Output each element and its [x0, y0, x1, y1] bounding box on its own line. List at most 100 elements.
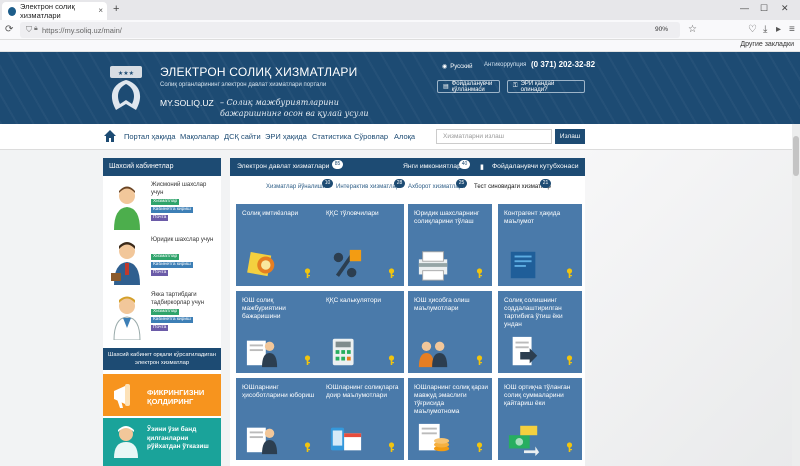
- maximize-icon[interactable]: ☐: [760, 3, 768, 14]
- cabinet-link[interactable]: Кабинетга кириш: [151, 207, 193, 213]
- tab-library[interactable]: Фойдаланувчи кутубхонаси: [492, 163, 579, 170]
- tab-title: Электрон солиқ хизматлари: [20, 2, 75, 20]
- manual-button[interactable]: ▤ Фойдаланувчи қўлланмаси: [437, 80, 500, 93]
- new-tab-icon[interactable]: +: [113, 3, 119, 15]
- tab-new-features[interactable]: Янги имкониятлар: [403, 163, 461, 170]
- book-icon: ▤: [443, 84, 449, 90]
- minimize-icon[interactable]: —: [740, 3, 749, 13]
- site-domain: MY.SOLIQ.UZ: [160, 98, 214, 108]
- favicon-icon: [8, 6, 17, 16]
- subtab-count-badge: 25: [456, 179, 467, 188]
- nav-item-statistics[interactable]: Статистика: [312, 132, 351, 141]
- person-label: Юридик шахслар учун: [151, 237, 214, 243]
- download-icon[interactable]: ⤓: [763, 24, 767, 35]
- service-tile-title: ЮШларнинг солиқларга доир маълумотлари: [326, 384, 399, 399]
- subtab-interactive[interactable]: Интерактив хизматлар: [336, 184, 399, 190]
- scroll-thumb[interactable]: [793, 136, 799, 176]
- service-tile[interactable]: ЮШ солиқ мажбуриятини бажаришини: [236, 291, 320, 373]
- tab-close-icon[interactable]: ×: [98, 6, 103, 15]
- other-bookmarks[interactable]: Другие закладки: [740, 41, 794, 48]
- key-icon: [566, 355, 573, 365]
- megaphone-icon: [114, 384, 130, 408]
- search-input[interactable]: Хизматларни излаш: [436, 129, 552, 144]
- browser-tabbar: Электрон солиқ хизматлари × + — ☐ ✕: [0, 0, 800, 20]
- subtab-directions[interactable]: Хизматлар йўналиши: [266, 184, 326, 190]
- nav-item-eri[interactable]: ЭРИ ҳақида: [265, 132, 307, 141]
- key-icon: [304, 355, 311, 365]
- site-slogan: – Солиқ мажбуриятларини бажаришнинг осон…: [220, 98, 369, 118]
- globe-icon: ◉: [442, 64, 448, 70]
- service-tile[interactable]: ЮШ ортиқча тўланган солиқ суммаларини қа…: [498, 378, 582, 460]
- pocket-icon[interactable]: ♡: [748, 24, 757, 35]
- key-icon: [566, 442, 573, 452]
- service-tile[interactable]: Контрагент ҳақида маълумот: [498, 204, 582, 286]
- feedback-banner[interactable]: ФИКРИНГИЗНИ ҚОЛДИРИНГ: [103, 374, 221, 416]
- sidebar-item-legal[interactable]: Юридик шахслар учун Хизматлар Кабинетга …: [103, 235, 221, 290]
- document-arrow-icon: [512, 336, 538, 366]
- service-tile-title: ҚҚС калькулятори: [326, 297, 381, 304]
- mail-link[interactable]: Почта: [151, 325, 169, 331]
- bookmarks-bar: Другие закладки: [0, 40, 800, 52]
- cabinet-link[interactable]: Кабинетга кириш: [151, 317, 193, 323]
- person-entrepreneur-icon: [113, 296, 141, 340]
- person-document-icon: [246, 340, 278, 368]
- main-tabs: Электрон давлат хизматлари 85 Янги имкон…: [230, 158, 585, 176]
- service-tile-title: Солиқ имтиёзлари: [242, 210, 299, 217]
- services-link[interactable]: Хизматлар: [151, 199, 180, 205]
- nav-item-articles[interactable]: Мақолалар: [180, 132, 219, 141]
- service-tile-title: ЮШ ортиқча тўланган солиқ суммаларини қа…: [504, 384, 571, 407]
- service-tile-title: ЮШларнинг ҳисоботларини юбориш: [242, 384, 315, 399]
- language-label: Русский: [450, 63, 473, 70]
- language-switch[interactable]: ◉ Русский: [437, 60, 478, 73]
- browser-tab[interactable]: Электрон солиқ хизматлари ×: [2, 2, 107, 20]
- mail-link[interactable]: Почта: [151, 270, 169, 276]
- mail-link[interactable]: Почта: [151, 215, 169, 221]
- service-tile[interactable]: ЮШларнинг ҳисоботларини юбориш: [236, 378, 320, 460]
- tab-e-services[interactable]: Электрон давлат хизматлари: [237, 163, 329, 170]
- service-tile[interactable]: Юридик шахсларнинг солиқларини тўлаш: [408, 204, 492, 286]
- sidebar-item-entrepreneurs[interactable]: Якка тартибдаги тадбиркорлар учун Хизмат…: [103, 290, 221, 345]
- key-icon: [566, 268, 573, 278]
- coins-icon: [418, 423, 450, 452]
- star-icon[interactable]: ☆: [688, 24, 697, 35]
- reload-icon[interactable]: ⟳: [5, 24, 13, 35]
- nav-item-surveys[interactable]: Сўровлар: [354, 132, 388, 141]
- award-medal-icon: [247, 252, 275, 277]
- electronic-services-box[interactable]: Шахсий кабинет орқали кўрсатиладиган эле…: [103, 348, 221, 370]
- key-icon: [304, 442, 311, 452]
- nav-item-contact[interactable]: Алоқа: [394, 132, 415, 141]
- service-tile[interactable]: ЮШларнинг солиқларга доир маълумотлари: [320, 378, 404, 460]
- subtab-count-badge: 10: [322, 179, 333, 188]
- printer-icon: [418, 251, 448, 281]
- self-employed-banner[interactable]: Ўзини ўзи банд қилганларни рўйхатдан ўтк…: [103, 418, 221, 466]
- page-background: [580, 150, 800, 466]
- extensions-icon[interactable]: ▸: [776, 24, 781, 35]
- search-button[interactable]: Излаш: [555, 129, 585, 144]
- subtab-count-badge: 28: [394, 179, 405, 188]
- key-icon: [476, 442, 483, 452]
- service-tile[interactable]: ЮШ ҳисобга олиш маълумотлари: [408, 291, 492, 373]
- home-icon[interactable]: [103, 129, 117, 143]
- cabinet-link[interactable]: Кабинетга кириш: [151, 262, 193, 268]
- service-tile[interactable]: ЮШларнинг солиқ қарзи мавжуд эмаслиги тў…: [408, 378, 492, 460]
- services-link[interactable]: Хизматлар: [151, 309, 180, 315]
- nav-item-dsk-site[interactable]: ДСҚ сайти: [224, 132, 261, 141]
- page-scrollbar[interactable]: [792, 124, 800, 466]
- eri-button[interactable]: ⚿ ЭРИ қандай олинади?: [507, 80, 585, 93]
- service-tile[interactable]: ҚҚС тўловчилари: [320, 204, 404, 286]
- services-link[interactable]: Хизматлар: [151, 254, 180, 260]
- phone-number[interactable]: (0 371) 202-32-82: [531, 60, 595, 69]
- zoom-level[interactable]: 90%: [655, 26, 668, 33]
- menu-icon[interactable]: ≡: [789, 24, 795, 35]
- soliq-logo-icon[interactable]: ★★★: [104, 66, 148, 112]
- service-tile[interactable]: Солиқ солишнинг соддалаштирилган тартиби…: [498, 291, 582, 373]
- sidebar-item-individuals[interactable]: Жисмоний шахслар учун Хизматлар Кабинетг…: [103, 180, 221, 235]
- calculator-icon: [332, 338, 354, 366]
- window-close-icon[interactable]: ✕: [781, 3, 789, 14]
- service-tile[interactable]: ҚҚС калькулятори: [320, 291, 404, 373]
- nav-item-portal[interactable]: Портал ҳақида: [124, 132, 176, 141]
- service-tile[interactable]: Солиқ имтиёзлари: [236, 204, 320, 286]
- url-text: https://my.soliq.uz/main/: [42, 25, 122, 35]
- address-bar[interactable]: ⛉ 🔒︎ https://my.soliq.uz/main/ 90%: [20, 22, 680, 38]
- key-icon: ⚿: [513, 83, 518, 89]
